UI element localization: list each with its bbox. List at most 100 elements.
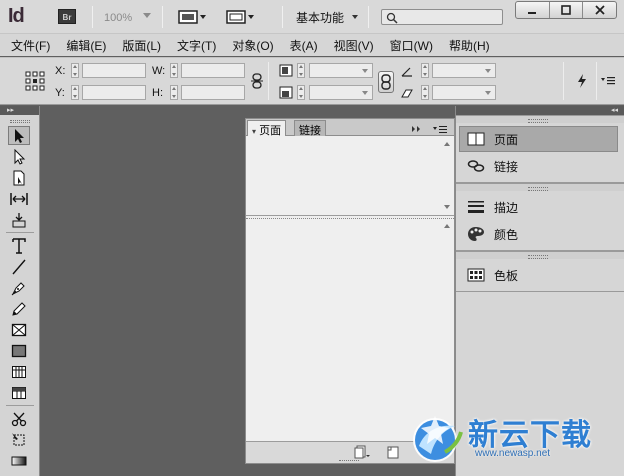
scroll-up-icon[interactable] xyxy=(444,224,450,228)
screen-mode-button[interactable] xyxy=(226,9,256,25)
h-stepper[interactable] xyxy=(170,85,178,100)
menu-edit[interactable]: 编辑(E) xyxy=(66,37,106,54)
rectangle-tool[interactable] xyxy=(8,341,30,360)
control-panel-menu-button[interactable] xyxy=(600,75,616,89)
master-pages-area[interactable] xyxy=(246,136,454,216)
page-size-icon xyxy=(354,445,370,459)
tools-grip[interactable] xyxy=(9,120,30,123)
new-page-button[interactable] xyxy=(386,445,400,462)
dock-item-stroke[interactable]: 描边 xyxy=(456,194,624,220)
tools-collapse-button[interactable]: ▸▸ xyxy=(0,106,39,115)
menu-bar: 文件(F) 编辑(E) 版面(L) 文字(T) 对象(O) 表(A) 视图(V)… xyxy=(0,34,624,56)
line-tool-icon xyxy=(12,259,26,274)
h-field[interactable] xyxy=(181,85,245,100)
quick-apply-button[interactable] xyxy=(577,73,587,92)
shear-angle-icon xyxy=(401,87,413,102)
dock-item-links[interactable]: 链接 xyxy=(456,153,624,179)
dock-item-color[interactable]: 颜色 xyxy=(456,221,624,247)
gradient-swatch-tool[interactable] xyxy=(8,451,30,470)
constrain-scale-button[interactable] xyxy=(378,71,394,93)
y-stepper[interactable] xyxy=(71,85,79,100)
new-page-icon xyxy=(387,446,399,459)
vertical-grid-tool[interactable] xyxy=(8,383,30,402)
shear-field[interactable] xyxy=(432,85,496,100)
scale-y-stepper[interactable] xyxy=(297,85,305,100)
panel-menu-button[interactable] xyxy=(432,123,448,137)
chain-link-icon xyxy=(251,73,263,89)
resize-grip[interactable] xyxy=(339,460,359,462)
horizontal-grid-tool[interactable] xyxy=(8,362,30,381)
y-label: Y: xyxy=(55,87,65,99)
vertical-grid-icon xyxy=(12,386,26,399)
rotate-field[interactable] xyxy=(432,63,496,78)
w-field[interactable] xyxy=(181,63,245,78)
content-collector-tool[interactable] xyxy=(8,210,30,229)
menu-type[interactable]: 文字(T) xyxy=(177,37,216,54)
zoom-dropdown-arrow-icon[interactable] xyxy=(143,13,151,18)
x-stepper[interactable] xyxy=(71,63,79,78)
rectangle-frame-tool[interactable] xyxy=(8,320,30,339)
y-field[interactable] xyxy=(82,85,146,100)
close-icon xyxy=(595,5,605,15)
view-options-button[interactable] xyxy=(178,9,208,25)
page-tool[interactable] xyxy=(8,168,30,187)
workspace-dropdown-arrow-icon[interactable] xyxy=(352,15,358,19)
w-stepper[interactable] xyxy=(170,63,178,78)
reference-point-grid-icon xyxy=(25,71,45,91)
direct-selection-tool[interactable] xyxy=(8,147,30,166)
shear-stepper[interactable] xyxy=(421,85,429,100)
selection-tool[interactable] xyxy=(8,126,30,145)
free-transform-tool[interactable] xyxy=(8,430,30,449)
pencil-tool[interactable] xyxy=(8,299,30,318)
minimize-button[interactable] xyxy=(516,2,550,18)
search-icon xyxy=(386,12,398,24)
tab-close-icon[interactable]: ▾ xyxy=(252,127,256,136)
menu-help[interactable]: 帮助(H) xyxy=(449,37,490,54)
dock-item-label: 色板 xyxy=(494,268,519,283)
dock-grip[interactable] xyxy=(456,115,624,123)
x-field[interactable] xyxy=(82,63,146,78)
dock-item-pages[interactable]: 页面 xyxy=(459,126,618,152)
scroll-down-icon[interactable] xyxy=(444,205,450,209)
scissors-tool[interactable] xyxy=(8,409,30,428)
rotate-stepper[interactable] xyxy=(421,63,429,78)
scale-x-stepper[interactable] xyxy=(297,63,305,78)
zoom-level[interactable]: 100% xyxy=(104,12,132,24)
pencil-tool-icon xyxy=(12,301,26,316)
search-input[interactable] xyxy=(381,9,503,25)
menu-table[interactable]: 表(A) xyxy=(290,37,318,54)
close-button[interactable] xyxy=(583,2,616,18)
menu-file[interactable]: 文件(F) xyxy=(11,37,50,54)
menu-object[interactable]: 对象(O) xyxy=(232,37,273,54)
tab-pages[interactable]: ▾ 页面 xyxy=(247,120,287,137)
collapse-panel-button[interactable] xyxy=(411,122,423,136)
workspace-switcher[interactable]: 基本功能 xyxy=(296,9,344,26)
scale-y-field[interactable] xyxy=(309,85,373,100)
scale-x-field[interactable] xyxy=(309,63,373,78)
dock-group-swatches: 色板 xyxy=(456,259,624,292)
maximize-button[interactable] xyxy=(550,2,584,18)
menu-layout[interactable]: 版面(L) xyxy=(122,37,161,54)
constrain-proportions-button[interactable] xyxy=(250,73,264,92)
watermark-logo-icon xyxy=(413,416,463,462)
divider xyxy=(596,62,597,100)
menu-view[interactable]: 视图(V) xyxy=(334,37,374,54)
bridge-button[interactable]: Br xyxy=(58,9,76,24)
free-transform-icon xyxy=(12,432,25,445)
gap-tool[interactable] xyxy=(8,189,30,208)
dock-expand-button[interactable]: ◂◂ xyxy=(456,106,624,115)
dock-item-label: 链接 xyxy=(494,159,519,174)
dock-item-swatches[interactable]: 色板 xyxy=(456,262,624,288)
dock-grip[interactable] xyxy=(456,251,624,259)
watermark-url: www.newasp.net xyxy=(475,448,551,459)
tab-links[interactable]: 链接 xyxy=(294,120,326,137)
direct-selection-arrow-icon xyxy=(14,148,26,165)
pen-tool[interactable] xyxy=(8,278,30,297)
menu-window[interactable]: 窗口(W) xyxy=(390,37,433,54)
screen-mode-icon xyxy=(226,10,254,24)
dock-grip[interactable] xyxy=(456,183,624,191)
line-tool[interactable] xyxy=(8,257,30,276)
reference-point-icon[interactable] xyxy=(25,71,45,94)
type-tool[interactable] xyxy=(8,236,30,255)
scroll-up-icon[interactable] xyxy=(444,142,450,146)
